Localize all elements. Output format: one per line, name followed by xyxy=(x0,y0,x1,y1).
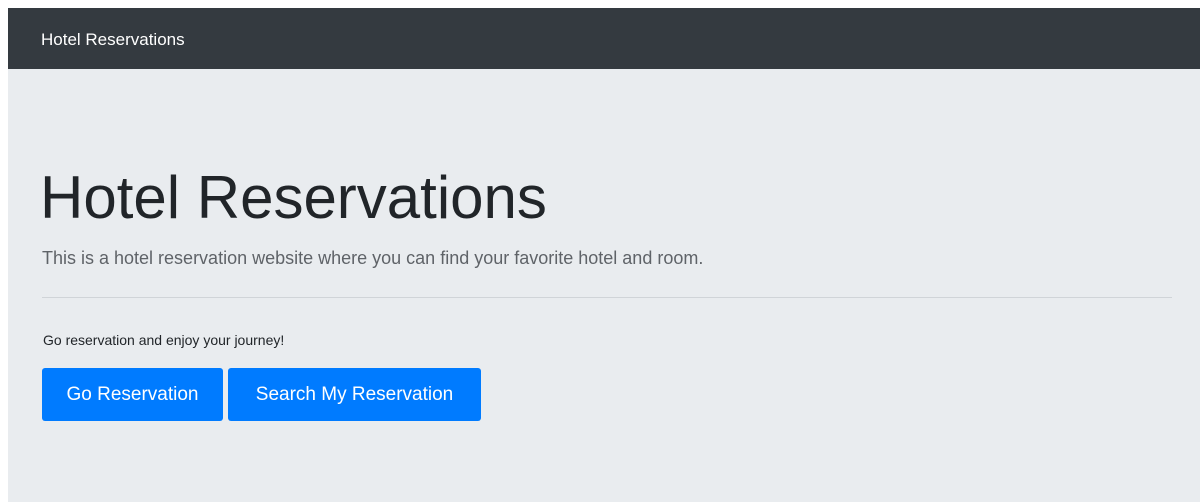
navbar-brand-link[interactable]: Hotel Reservations xyxy=(41,29,185,51)
page-frame: Hotel Reservations Hotel Reservations Th… xyxy=(8,8,1200,502)
info-text: Go reservation and enjoy your journey! xyxy=(43,332,285,348)
lead-text: This is a hotel reservation website wher… xyxy=(42,248,704,268)
page-title: Hotel Reservations xyxy=(40,164,547,231)
go-reservation-button[interactable]: Go Reservation xyxy=(42,368,223,421)
top-navbar: Hotel Reservations xyxy=(8,8,1200,69)
search-reservation-button[interactable]: Search My Reservation xyxy=(228,368,481,421)
divider xyxy=(42,297,1172,298)
